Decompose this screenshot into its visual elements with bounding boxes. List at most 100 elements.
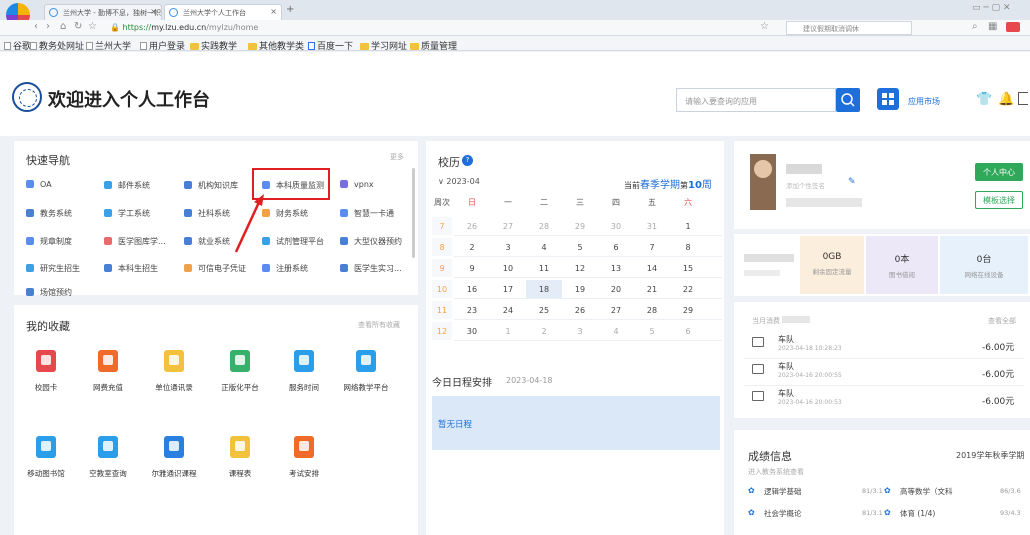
calendar-day[interactable]: 29 — [670, 301, 706, 319]
course-name[interactable]: 体育 (1/4) — [900, 508, 935, 519]
favorite-item[interactable]: 考试安排 — [276, 436, 332, 479]
calendar-day[interactable]: 26 — [454, 217, 490, 235]
calendar-day[interactable]: 14 — [634, 259, 670, 277]
calendar-day[interactable]: 2 — [526, 322, 562, 340]
browser-tab-1[interactable]: 兰州大学 - 勤博不息，独树一帜 × — [44, 4, 162, 20]
quick-nav-item[interactable]: OA — [26, 180, 52, 189]
calendar-day[interactable]: 11 — [526, 259, 562, 277]
quick-nav-item[interactable]: 智慧一卡通 — [340, 208, 394, 219]
quick-nav-item[interactable]: 医学图库学... — [104, 236, 166, 247]
calendar-day[interactable]: 27 — [598, 301, 634, 319]
favorite-item[interactable]: 网络教学平台 — [338, 350, 394, 393]
quick-nav-more-link[interactable]: 更多 — [390, 152, 404, 162]
logout-icon[interactable] — [1018, 92, 1028, 105]
calendar-day[interactable]: 21 — [634, 280, 670, 298]
quick-nav-item[interactable]: 就业系统 — [184, 236, 230, 247]
template-select-button[interactable]: 模板选择 — [975, 191, 1023, 209]
bookmark-item[interactable]: 兰州大学 — [86, 39, 131, 52]
calendar-day[interactable]: 4 — [598, 322, 634, 340]
bookmark-folder[interactable]: 学习网址 — [360, 39, 407, 52]
quick-nav-item[interactable]: 本科生招生 — [104, 263, 158, 274]
calendar-day[interactable]: 25 — [526, 301, 562, 319]
calendar-day[interactable]: 9 — [454, 259, 490, 277]
url-input[interactable]: 🔒 https://my.lzu.edu.cn/mylzu/home — [110, 21, 750, 35]
window-controls[interactable]: ▭ ─ ▢ ✕ — [972, 3, 1011, 13]
bookmark-folder[interactable]: 实践教学 — [190, 39, 237, 52]
stat-box[interactable]: 0本 图书借阅 — [866, 236, 938, 294]
signature-placeholder[interactable]: 添加个性签名 — [786, 180, 825, 190]
calendar-day[interactable]: 24 — [490, 301, 526, 319]
quick-nav-item[interactable]: 机构知识库 — [184, 180, 238, 191]
course-name[interactable]: 社会学概论 — [764, 508, 802, 519]
view-all-consumption-link[interactable]: 查看全部 — [988, 316, 1016, 326]
calendar-day[interactable]: 2 — [454, 238, 490, 256]
calendar-day[interactable]: 20 — [598, 280, 634, 298]
favorite-item[interactable]: 校园卡 — [18, 350, 74, 393]
calendar-day[interactable]: 26 — [562, 301, 598, 319]
calendar-day[interactable]: 17 — [490, 280, 526, 298]
calendar-day[interactable]: 1 — [490, 322, 526, 340]
bell-icon[interactable]: 🔔 — [998, 92, 1014, 107]
calendar-day[interactable]: 19 — [562, 280, 598, 298]
bookmark-star-icon[interactable]: ☆ — [88, 21, 97, 32]
calendar-day[interactable]: 3 — [490, 238, 526, 256]
app-market-icon[interactable] — [877, 88, 899, 110]
close-tab-icon[interactable]: × — [270, 7, 277, 16]
quick-nav-item[interactable]: 医学生实习... — [340, 263, 402, 274]
calendar-day[interactable]: 31 — [634, 217, 670, 235]
extension-icon[interactable] — [1006, 22, 1020, 32]
grades-subtitle[interactable]: 进入教务系统查看 — [748, 467, 804, 477]
calendar-day[interactable]: 7 — [634, 238, 670, 256]
search-icon[interactable]: ⌕ — [972, 21, 978, 32]
favorite-item[interactable]: 单位通讯录 — [146, 350, 202, 393]
quick-nav-item[interactable]: 注册系统 — [262, 263, 308, 274]
calendar-day[interactable]: 27 — [490, 217, 526, 235]
bookmark-item[interactable]: 谷歌 — [4, 39, 31, 52]
favorite-item[interactable]: 网费充值 — [80, 350, 136, 393]
calendar-day[interactable]: 1 — [670, 217, 706, 235]
calendar-day[interactable]: 13 — [598, 259, 634, 277]
stat-box[interactable]: 0台 网络在线设备 — [940, 236, 1028, 294]
personal-center-button[interactable]: 个人中心 — [975, 163, 1023, 181]
quick-nav-item[interactable]: 社科系统 — [184, 208, 230, 219]
calendar-day[interactable]: 4 — [526, 238, 562, 256]
bookmark-folder[interactable]: 其他教学类 — [248, 39, 304, 52]
quick-nav-item[interactable]: 场馆预约 — [26, 287, 72, 298]
back-icon[interactable]: ‹ — [34, 21, 38, 32]
course-name[interactable]: 逻辑学基础 — [764, 486, 802, 497]
forward-icon[interactable]: › — [46, 21, 50, 32]
bookmark-item[interactable]: 百度一下 — [308, 39, 353, 52]
search-button[interactable] — [836, 88, 860, 112]
month-selector[interactable]: ∨ 2023-04 — [438, 177, 480, 186]
close-tab-icon[interactable]: × — [150, 7, 157, 16]
browser-tab-2[interactable]: 兰州大学个人工作台 × — [164, 4, 282, 20]
quick-nav-item[interactable]: 教务系统 — [26, 208, 72, 219]
grid-icon[interactable]: ▦ — [988, 21, 997, 32]
view-all-favorites-link[interactable]: 查看所有收藏 — [358, 320, 400, 330]
calendar-day[interactable]: 12 — [562, 259, 598, 277]
calendar-day[interactable]: 5 — [562, 238, 598, 256]
favorite-item[interactable]: 移动图书馆 — [18, 436, 74, 479]
new-tab-button[interactable]: + — [286, 4, 294, 15]
calendar-day[interactable]: 15 — [670, 259, 706, 277]
favorite-item[interactable]: 正版化平台 — [212, 350, 268, 393]
quick-nav-item[interactable]: 大型仪器预约 — [340, 236, 402, 247]
calendar-day[interactable]: 28 — [634, 301, 670, 319]
calendar-day[interactable]: 3 — [562, 322, 598, 340]
quick-nav-item[interactable]: 学工系统 — [104, 208, 150, 219]
reload-icon[interactable]: ↻ — [74, 21, 82, 32]
scrollbar[interactable] — [412, 168, 415, 258]
quick-nav-item[interactable]: 邮件系统 — [104, 180, 150, 191]
calendar-day[interactable]: 16 — [454, 280, 490, 298]
shirt-icon[interactable]: 👕 — [976, 92, 992, 107]
bookmark-item[interactable]: 教务处网址 — [30, 39, 84, 52]
star-icon[interactable]: ☆ — [760, 21, 769, 32]
home-icon[interactable]: ⌂ — [60, 21, 66, 32]
edit-pencil-icon[interactable]: ✎ — [848, 177, 856, 187]
stat-box[interactable]: 0GB 剩余固定流量 — [800, 236, 864, 294]
calendar-day[interactable]: 29 — [562, 217, 598, 235]
calendar-day-today[interactable]: 18 — [526, 280, 562, 298]
calendar-day[interactable]: 6 — [598, 238, 634, 256]
calendar-day[interactable]: 22 — [670, 280, 706, 298]
calendar-day[interactable]: 23 — [454, 301, 490, 319]
